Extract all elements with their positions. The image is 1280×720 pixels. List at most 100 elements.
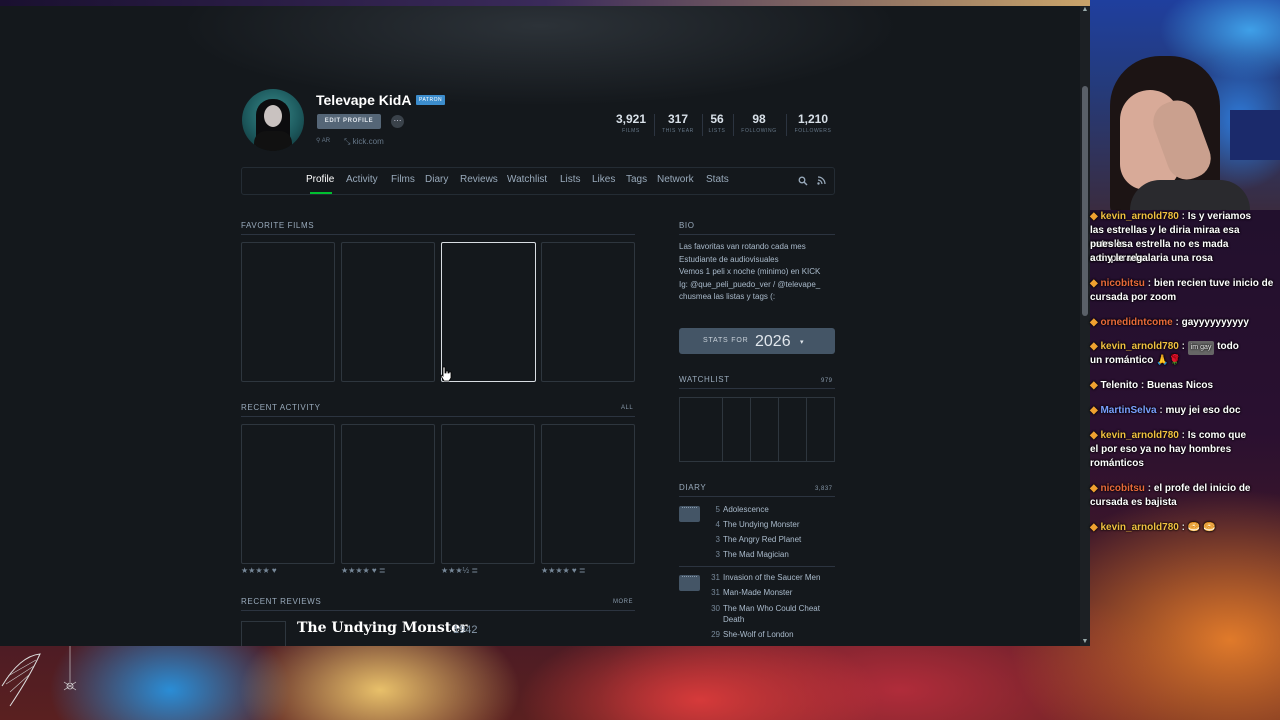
chat-text: Is y veriamos [1187, 211, 1252, 222]
diary-day: 30 [711, 604, 720, 613]
browser-window: Televape KidA PATRON EDIT PROFILE ⋯ ⚲ AR… [0, 6, 1090, 646]
section-divider [241, 234, 635, 235]
profile-username: Televape KidA [316, 92, 412, 108]
review-film-year[interactable]: 1942 [453, 624, 477, 636]
chat-username[interactable]: MartinSelva [1100, 405, 1156, 416]
favorite-film-poster[interactable] [541, 242, 635, 382]
tab-likes[interactable]: Likes [592, 174, 615, 185]
chat-badge-icon: ◆ [1090, 380, 1101, 391]
scroll-up-arrow[interactable]: ▲ [1081, 6, 1089, 14]
watchlist-poster[interactable] [750, 397, 779, 462]
scroll-thumb[interactable] [1082, 86, 1088, 316]
chat-text: bien recien tuve inicio de [1153, 278, 1274, 289]
chat-badge-icon: ◆ [1090, 211, 1101, 222]
chat-username[interactable]: nicobitsu [1100, 278, 1144, 289]
stat-this-year[interactable]: 317 THIS YEAR [658, 112, 698, 134]
diary-count[interactable]: 3,837 [815, 486, 833, 492]
chat-text: gayyyyyyyyyy [1181, 317, 1249, 328]
stat-following[interactable]: 98 FOLLOWING [737, 112, 781, 134]
page-scrollbar[interactable]: ▲ ▼ [1080, 6, 1090, 646]
favorite-film-poster[interactable] [241, 242, 335, 382]
diary-day: 29 [711, 630, 720, 639]
watchlist-poster[interactable] [679, 397, 723, 462]
chat-message: ◆ kevin_arnold780 : Is como que [1090, 430, 1247, 441]
stats-year: 2026 [755, 333, 791, 350]
tab-diary[interactable]: Diary [425, 174, 448, 185]
tab-network[interactable]: Network [657, 174, 694, 185]
watchlist-poster[interactable] [722, 397, 751, 462]
diary-day: 4 [715, 520, 720, 529]
tab-reviews[interactable]: Reviews [460, 174, 498, 185]
avatar[interactable] [242, 89, 304, 151]
stat-following-value: 98 [752, 112, 766, 126]
watchlist-count[interactable]: 979 [821, 378, 833, 384]
watchlist-poster[interactable] [778, 397, 807, 462]
chat-text: Is como que [1187, 430, 1247, 441]
recent-reviews-more-link[interactable]: MORE [613, 599, 633, 605]
favorite-film-poster[interactable] [341, 242, 435, 382]
diary-film-title[interactable]: The Angry Red Planet [723, 535, 801, 544]
stat-lists-label: LISTS [708, 128, 726, 134]
diary-film-title[interactable]: The Mad Magician [723, 550, 789, 559]
chat-username[interactable]: kevin_arnold780 [1100, 341, 1178, 352]
chat-username[interactable]: nicobitsu [1100, 483, 1144, 494]
diary-film-title[interactable]: Adolescence [723, 505, 769, 514]
tab-watchlist[interactable]: Watchlist [507, 174, 547, 185]
chat-username[interactable]: Telenito [1100, 380, 1138, 391]
stat-divider [733, 114, 734, 136]
tab-lists[interactable]: Lists [560, 174, 581, 185]
watchlist-poster[interactable] [806, 397, 835, 462]
chat-username[interactable]: kevin_arnold780 [1100, 522, 1178, 533]
diary-film-title[interactable]: Man-Made Monster [723, 588, 792, 597]
tab-activity[interactable]: Activity [346, 174, 378, 185]
activity-rating: ★★★★ ♥ ≣ [341, 566, 386, 575]
chat-text: muy jei eso doc [1165, 405, 1241, 416]
more-options-button[interactable]: ⋯ [391, 115, 404, 128]
rss-icon[interactable] [817, 176, 826, 185]
webcam-person-shirt [1130, 180, 1250, 210]
favorite-film-poster[interactable] [441, 242, 536, 382]
tab-stats[interactable]: Stats [706, 174, 729, 185]
scroll-down-arrow[interactable]: ▼ [1081, 638, 1089, 646]
diary-film-title[interactable]: The Man Who Could Cheat [723, 604, 820, 613]
chat-username[interactable]: kevin_arnold780 [1100, 211, 1178, 222]
recent-activity-heading: RECENT ACTIVITY [241, 403, 321, 412]
review-film-poster[interactable] [241, 621, 286, 646]
diary-film-title[interactable]: The Undying Monster [723, 520, 799, 529]
bio-line: Las favoritas van rotando cada mes [679, 242, 806, 251]
chat-message-continued: cursada es bajista [1090, 497, 1177, 508]
stat-lists[interactable]: 56 LISTS [706, 112, 728, 134]
chat-text: el profe del inicio de [1153, 483, 1251, 494]
diary-film-title[interactable]: Invasion of the Saucer Men [723, 573, 820, 582]
website-link[interactable]: ⤡ kick.com [344, 137, 384, 147]
diary-film-title[interactable]: She-Wolf of London [723, 630, 794, 639]
activity-film-poster[interactable] [541, 424, 635, 564]
diary-heading[interactable]: DIARY [679, 483, 706, 492]
recent-activity-all-link[interactable]: ALL [621, 405, 633, 411]
section-divider [679, 566, 835, 567]
edit-profile-button[interactable]: EDIT PROFILE [317, 114, 381, 129]
chat-username[interactable]: kevin_arnold780 [1100, 430, 1178, 441]
stat-followers-label: FOLLOWERS [794, 128, 832, 134]
chat-badge-icon: ◆ [1090, 522, 1101, 533]
tab-tags[interactable]: Tags [626, 174, 647, 185]
activity-film-poster[interactable] [241, 424, 335, 564]
tab-films[interactable]: Films [391, 174, 415, 185]
stat-films[interactable]: 3,921 FILMS [614, 112, 648, 134]
chat-username[interactable]: ornedidntcome [1100, 317, 1172, 328]
chevron-down-icon: ▾ [800, 339, 804, 346]
search-icon[interactable] [798, 176, 808, 186]
diary-day: 31 [711, 588, 720, 597]
tab-profile[interactable]: Profile [306, 174, 334, 185]
diary-film-title-continued[interactable]: Death [723, 615, 744, 624]
activity-film-poster[interactable] [341, 424, 435, 564]
stream-chat: ◆ kevin_arnold780 : Is y veriamos las es… [1090, 210, 1280, 540]
watchlist-heading[interactable]: WATCHLIST [679, 375, 730, 384]
review-film-title[interactable]: The Undying Monster [297, 620, 468, 636]
stat-divider [654, 114, 655, 136]
stat-this-year-value: 317 [667, 112, 689, 126]
stat-followers[interactable]: 1,210 FOLLOWERS [790, 112, 836, 134]
chat-message: ◆ kevin_arnold780 : Is y veriamos [1090, 211, 1252, 222]
stat-followers-value: 1,210 [797, 112, 829, 126]
activity-film-poster[interactable] [441, 424, 535, 564]
